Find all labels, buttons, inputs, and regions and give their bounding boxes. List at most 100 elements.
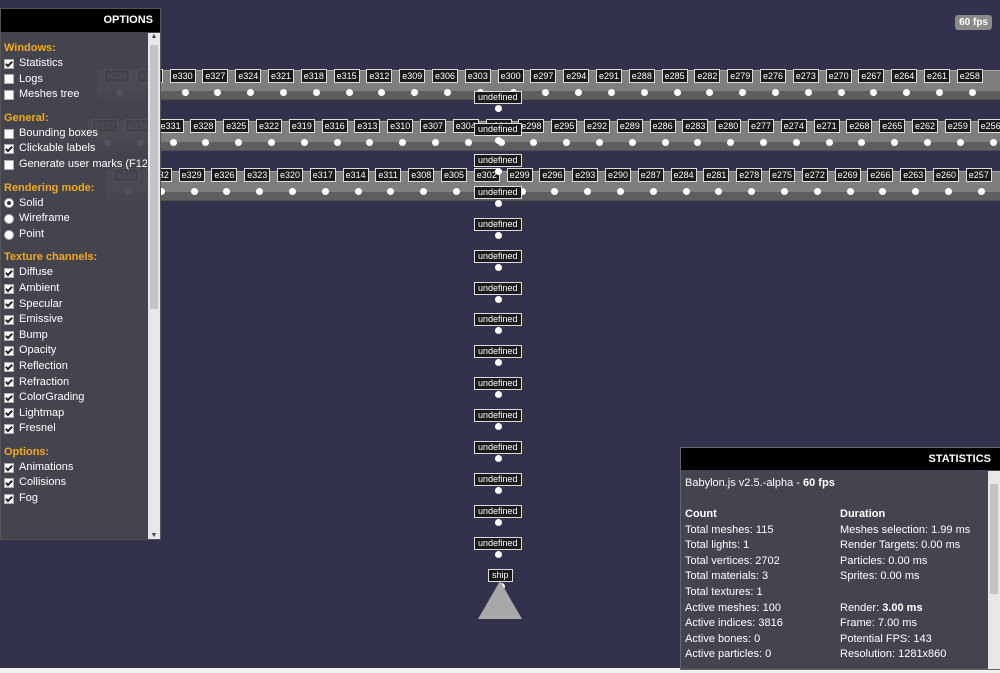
scroll-up-icon[interactable]: ▲ <box>148 33 160 40</box>
enemy-label-e309[interactable]: e309 <box>399 69 426 83</box>
option-wireframe[interactable]: Wireframe <box>4 211 147 227</box>
option-fog[interactable]: Fog <box>4 491 147 507</box>
option-meshes-tree[interactable]: Meshes tree <box>4 87 147 103</box>
enemy-label-e264[interactable]: e264 <box>891 69 918 83</box>
enemy-label-e288[interactable]: e288 <box>628 69 655 83</box>
enemy-label-e274[interactable]: e274 <box>780 119 807 133</box>
checkbox[interactable] <box>4 128 14 139</box>
enemy-label-e276[interactable]: e276 <box>760 69 787 83</box>
enemy-label-e272[interactable]: e272 <box>801 168 828 182</box>
enemy-label-e320[interactable]: e320 <box>277 168 304 182</box>
enemy-label-e268[interactable]: e268 <box>846 119 873 133</box>
checkbox[interactable] <box>4 268 14 279</box>
enemy-label-e312[interactable]: e312 <box>366 69 393 83</box>
enemy-label-e295[interactable]: e295 <box>551 119 578 133</box>
option-bump[interactable]: Bump <box>4 328 147 344</box>
ship-mesh[interactable] <box>478 581 522 619</box>
checkbox[interactable] <box>4 314 14 325</box>
enemy-label-e281[interactable]: e281 <box>703 168 730 182</box>
enemy-label-e256[interactable]: e256 <box>977 119 1000 133</box>
enemy-label-e311[interactable]: e311 <box>375 168 401 182</box>
enemy-label-e313[interactable]: e313 <box>354 119 381 133</box>
undefined-label[interactable]: undefined <box>474 154 522 167</box>
scroll-down-icon[interactable]: ▼ <box>148 532 160 539</box>
enemy-label-e327[interactable]: e327 <box>202 69 229 83</box>
enemy-label-e289[interactable]: e289 <box>616 119 643 133</box>
enemy-label-e287[interactable]: e287 <box>637 168 664 182</box>
checkbox[interactable] <box>4 478 14 489</box>
enemy-label-e285[interactable]: e285 <box>661 69 688 83</box>
enemy-label-e280[interactable]: e280 <box>715 119 742 133</box>
options-scrollbar[interactable]: ▲ ▼ <box>148 33 160 539</box>
enemy-label-e303[interactable]: e303 <box>464 69 491 83</box>
enemy-label-e278[interactable]: e278 <box>736 168 763 182</box>
checkbox[interactable] <box>4 330 14 341</box>
enemy-label-e308[interactable]: e308 <box>408 168 435 182</box>
checkbox[interactable] <box>4 392 14 403</box>
enemy-label-e292[interactable]: e292 <box>584 119 611 133</box>
enemy-label-e314[interactable]: e314 <box>342 168 369 182</box>
option-point[interactable]: Point <box>4 227 147 243</box>
enemy-label-e317[interactable]: e317 <box>309 168 336 182</box>
enemy-label-e257[interactable]: e257 <box>965 168 992 182</box>
checkbox[interactable] <box>4 144 14 155</box>
undefined-label[interactable]: undefined <box>474 377 522 390</box>
enemy-label-e273[interactable]: e273 <box>792 69 819 83</box>
enemy-label-e328[interactable]: e328 <box>190 119 217 133</box>
enemy-label-e267[interactable]: e267 <box>858 69 885 83</box>
enemy-label-e260[interactable]: e260 <box>933 168 960 182</box>
option-clickable-labels[interactable]: Clickable labels <box>4 141 147 157</box>
enemy-label-e307[interactable]: e307 <box>420 119 447 133</box>
radio-button[interactable] <box>4 213 14 224</box>
enemy-label-e326[interactable]: e326 <box>211 168 238 182</box>
enemy-label-e316[interactable]: e316 <box>321 119 348 133</box>
option-emissive[interactable]: Emissive <box>4 312 147 328</box>
undefined-label[interactable]: undefined <box>474 409 522 422</box>
enemy-label-e294[interactable]: e294 <box>563 69 590 83</box>
enemy-label-e265[interactable]: e265 <box>879 119 906 133</box>
enemy-label-e300[interactable]: e300 <box>497 69 524 83</box>
option-generate-user-marks-f12-[interactable]: Generate user marks (F12) <box>4 157 147 173</box>
checkbox[interactable] <box>4 408 14 419</box>
enemy-label-e277[interactable]: e277 <box>748 119 775 133</box>
enemy-label-e305[interactable]: e305 <box>441 168 468 182</box>
enemy-label-e290[interactable]: e290 <box>605 168 632 182</box>
enemy-label-e269[interactable]: e269 <box>834 168 861 182</box>
option-animations[interactable]: Animations <box>4 460 147 476</box>
undefined-label[interactable]: undefined <box>474 282 522 295</box>
checkbox[interactable] <box>4 159 14 170</box>
enemy-label-e298[interactable]: e298 <box>518 119 545 133</box>
enemy-label-e321[interactable]: e321 <box>268 69 295 83</box>
enemy-label-e325[interactable]: e325 <box>223 119 250 133</box>
undefined-label[interactable]: undefined <box>474 186 522 199</box>
enemy-label-e296[interactable]: e296 <box>539 168 566 182</box>
options-scroll-thumb[interactable] <box>150 45 158 309</box>
option-ambient[interactable]: Ambient <box>4 281 147 297</box>
undefined-label[interactable]: undefined <box>474 345 522 358</box>
option-opacity[interactable]: Opacity <box>4 343 147 359</box>
enemy-label-e284[interactable]: e284 <box>670 168 697 182</box>
checkbox[interactable] <box>4 58 14 69</box>
undefined-label[interactable]: undefined <box>474 218 522 231</box>
enemy-label-e270[interactable]: e270 <box>825 69 852 83</box>
checkbox[interactable] <box>4 89 14 100</box>
radio-button[interactable] <box>4 198 14 209</box>
enemy-label-e293[interactable]: e293 <box>572 168 599 182</box>
option-bounding-boxes[interactable]: Bounding boxes <box>4 126 147 142</box>
enemy-label-e315[interactable]: e315 <box>333 69 360 83</box>
enemy-label-e279[interactable]: e279 <box>727 69 754 83</box>
undefined-label[interactable]: undefined <box>474 505 522 518</box>
undefined-label[interactable]: undefined <box>474 313 522 326</box>
enemy-label-e297[interactable]: e297 <box>530 69 557 83</box>
enemy-label-e275[interactable]: e275 <box>769 168 796 182</box>
enemy-label-e283[interactable]: e283 <box>682 119 709 133</box>
enemy-label-e261[interactable]: e261 <box>924 69 951 83</box>
undefined-label[interactable]: undefined <box>474 537 522 550</box>
enemy-label-e282[interactable]: e282 <box>694 69 721 83</box>
enemy-label-e286[interactable]: e286 <box>649 119 676 133</box>
enemy-label-e329[interactable]: e329 <box>178 168 205 182</box>
option-statistics[interactable]: Statistics <box>4 56 147 72</box>
option-reflection[interactable]: Reflection <box>4 359 147 375</box>
enemy-label-e322[interactable]: e322 <box>256 119 283 133</box>
enemy-label-e263[interactable]: e263 <box>900 168 927 182</box>
